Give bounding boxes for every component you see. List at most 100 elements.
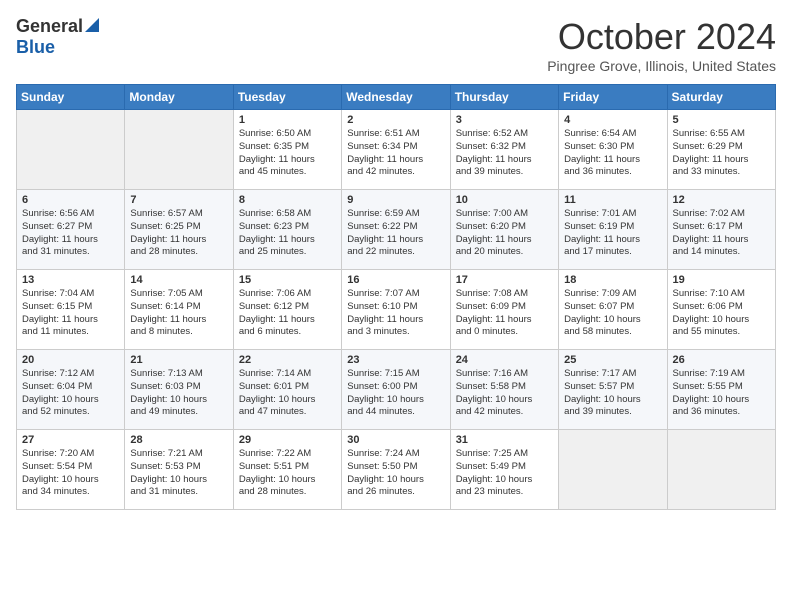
calendar-cell: 31 Sunrise: 7:25 AM Sunset: 5:49 PM Dayli… xyxy=(450,430,558,510)
calendar-cell: 7 Sunrise: 6:57 AM Sunset: 6:25 PM Daylig… xyxy=(125,190,233,270)
day-info: Sunrise: 6:58 AM Sunset: 6:23 PM Dayligh… xyxy=(239,208,336,259)
logo-blue-text: Blue xyxy=(16,37,55,57)
day-number: 5 xyxy=(673,114,770,126)
day-number: 15 xyxy=(239,274,336,286)
calendar-cell: 10 Sunrise: 7:00 AM Sunset: 6:20 PM Dayli… xyxy=(450,190,558,270)
day-number: 10 xyxy=(456,194,553,206)
day-info: Sunrise: 7:05 AM Sunset: 6:14 PM Dayligh… xyxy=(130,288,227,339)
calendar-cell: 2 Sunrise: 6:51 AM Sunset: 6:34 PM Daylig… xyxy=(342,110,450,190)
day-info: Sunrise: 7:16 AM Sunset: 5:58 PM Dayligh… xyxy=(456,368,553,419)
calendar-header-monday: Monday xyxy=(125,85,233,110)
day-number: 26 xyxy=(673,354,770,366)
calendar-cell: 28 Sunrise: 7:21 AM Sunset: 5:53 PM Dayli… xyxy=(125,430,233,510)
calendar-cell: 6 Sunrise: 6:56 AM Sunset: 6:27 PM Daylig… xyxy=(17,190,125,270)
day-info: Sunrise: 6:54 AM Sunset: 6:30 PM Dayligh… xyxy=(564,128,661,179)
day-info: Sunrise: 7:08 AM Sunset: 6:09 PM Dayligh… xyxy=(456,288,553,339)
day-info: Sunrise: 7:04 AM Sunset: 6:15 PM Dayligh… xyxy=(22,288,119,339)
calendar-cell: 21Sunrise: 7:13 AM Sunset: 6:03 PM Dayli… xyxy=(125,350,233,430)
day-number: 11 xyxy=(564,194,661,206)
day-number: 3 xyxy=(456,114,553,126)
calendar-cell: 18Sunrise: 7:09 AM Sunset: 6:07 PM Dayli… xyxy=(559,270,667,350)
calendar-cell: 14 Sunrise: 7:05 AM Sunset: 6:14 PM Dayli… xyxy=(125,270,233,350)
calendar-cell xyxy=(125,110,233,190)
day-number: 6 xyxy=(22,194,119,206)
day-number: 14 xyxy=(130,274,227,286)
calendar-cell: 12Sunrise: 7:02 AM Sunset: 6:17 PM Dayli… xyxy=(667,190,775,270)
calendar-cell: 25Sunrise: 7:17 AM Sunset: 5:57 PM Dayli… xyxy=(559,350,667,430)
calendar-cell: 24 Sunrise: 7:16 AM Sunset: 5:58 PM Dayli… xyxy=(450,350,558,430)
calendar-cell: 30Sunrise: 7:24 AM Sunset: 5:50 PM Dayli… xyxy=(342,430,450,510)
day-info: Sunrise: 6:56 AM Sunset: 6:27 PM Dayligh… xyxy=(22,208,119,259)
day-info: Sunrise: 7:00 AM Sunset: 6:20 PM Dayligh… xyxy=(456,208,553,259)
calendar-header-friday: Friday xyxy=(559,85,667,110)
day-number: 2 xyxy=(347,114,444,126)
calendar-header-tuesday: Tuesday xyxy=(233,85,341,110)
logo: General Blue xyxy=(16,16,99,58)
day-number: 17 xyxy=(456,274,553,286)
calendar-header-thursday: Thursday xyxy=(450,85,558,110)
calendar-cell: 17 Sunrise: 7:08 AM Sunset: 6:09 PM Dayli… xyxy=(450,270,558,350)
logo-general-text: General xyxy=(16,16,83,37)
day-info: Sunrise: 7:12 AM Sunset: 6:04 PM Dayligh… xyxy=(22,368,119,419)
calendar-cell: 3Sunrise: 6:52 AM Sunset: 6:32 PM Daylig… xyxy=(450,110,558,190)
day-info: Sunrise: 7:21 AM Sunset: 5:53 PM Dayligh… xyxy=(130,448,227,499)
day-number: 31 xyxy=(456,434,553,446)
day-number: 9 xyxy=(347,194,444,206)
day-number: 30 xyxy=(347,434,444,446)
day-info: Sunrise: 7:17 AM Sunset: 5:57 PM Dayligh… xyxy=(564,368,661,419)
day-info: Sunrise: 7:06 AM Sunset: 6:12 PM Dayligh… xyxy=(239,288,336,339)
calendar-cell: 15 Sunrise: 7:06 AM Sunset: 6:12 PM Dayli… xyxy=(233,270,341,350)
day-number: 21 xyxy=(130,354,227,366)
calendar-cell xyxy=(667,430,775,510)
calendar-header-saturday: Saturday xyxy=(667,85,775,110)
location-text: Pingree Grove, Illinois, United States xyxy=(547,58,776,74)
day-number: 7 xyxy=(130,194,227,206)
logo-triangle-icon xyxy=(85,18,99,37)
day-number: 1 xyxy=(239,114,336,126)
calendar-cell: 20 Sunrise: 7:12 AM Sunset: 6:04 PM Dayli… xyxy=(17,350,125,430)
day-number: 4 xyxy=(564,114,661,126)
day-number: 22 xyxy=(239,354,336,366)
day-info: Sunrise: 6:57 AM Sunset: 6:25 PM Dayligh… xyxy=(130,208,227,259)
day-info: Sunrise: 7:01 AM Sunset: 6:19 PM Dayligh… xyxy=(564,208,661,259)
calendar-cell: 29 Sunrise: 7:22 AM Sunset: 5:51 PM Dayli… xyxy=(233,430,341,510)
day-number: 29 xyxy=(239,434,336,446)
calendar-cell: 19Sunrise: 7:10 AM Sunset: 6:06 PM Dayli… xyxy=(667,270,775,350)
calendar-cell: 13Sunrise: 7:04 AM Sunset: 6:15 PM Dayli… xyxy=(17,270,125,350)
calendar-header-sunday: Sunday xyxy=(17,85,125,110)
calendar-header-wednesday: Wednesday xyxy=(342,85,450,110)
calendar-cell: 9 Sunrise: 6:59 AM Sunset: 6:22 PM Daylig… xyxy=(342,190,450,270)
day-number: 20 xyxy=(22,354,119,366)
day-number: 24 xyxy=(456,354,553,366)
calendar-week-4: 20 Sunrise: 7:12 AM Sunset: 6:04 PM Dayli… xyxy=(17,350,776,430)
calendar-cell: 5 Sunrise: 6:55 AM Sunset: 6:29 PM Daylig… xyxy=(667,110,775,190)
day-number: 27 xyxy=(22,434,119,446)
day-info: Sunrise: 7:14 AM Sunset: 6:01 PM Dayligh… xyxy=(239,368,336,419)
calendar-cell: 16Sunrise: 7:07 AM Sunset: 6:10 PM Dayli… xyxy=(342,270,450,350)
day-info: Sunrise: 6:50 AM Sunset: 6:35 PM Dayligh… xyxy=(239,128,336,179)
page-header: General Blue October 2024 Pingree Grove,… xyxy=(16,16,776,74)
day-number: 23 xyxy=(347,354,444,366)
calendar-cell: 22 Sunrise: 7:14 AM Sunset: 6:01 PM Dayli… xyxy=(233,350,341,430)
day-number: 28 xyxy=(130,434,227,446)
day-info: Sunrise: 7:19 AM Sunset: 5:55 PM Dayligh… xyxy=(673,368,770,419)
calendar-cell: 26 Sunrise: 7:19 AM Sunset: 5:55 PM Dayli… xyxy=(667,350,775,430)
day-number: 19 xyxy=(673,274,770,286)
day-info: Sunrise: 7:25 AM Sunset: 5:49 PM Dayligh… xyxy=(456,448,553,499)
calendar-week-3: 13Sunrise: 7:04 AM Sunset: 6:15 PM Dayli… xyxy=(17,270,776,350)
day-number: 12 xyxy=(673,194,770,206)
title-area: October 2024 Pingree Grove, Illinois, Un… xyxy=(547,16,776,74)
calendar-cell: 23Sunrise: 7:15 AM Sunset: 6:00 PM Dayli… xyxy=(342,350,450,430)
calendar-table: SundayMondayTuesdayWednesdayThursdayFrid… xyxy=(16,84,776,510)
calendar-cell xyxy=(559,430,667,510)
day-info: Sunrise: 6:55 AM Sunset: 6:29 PM Dayligh… xyxy=(673,128,770,179)
calendar-cell: 8 Sunrise: 6:58 AM Sunset: 6:23 PM Daylig… xyxy=(233,190,341,270)
day-info: Sunrise: 6:51 AM Sunset: 6:34 PM Dayligh… xyxy=(347,128,444,179)
calendar-week-5: 27 Sunrise: 7:20 AM Sunset: 5:54 PM Dayli… xyxy=(17,430,776,510)
day-number: 8 xyxy=(239,194,336,206)
calendar-cell: 11 Sunrise: 7:01 AM Sunset: 6:19 PM Dayli… xyxy=(559,190,667,270)
day-info: Sunrise: 7:07 AM Sunset: 6:10 PM Dayligh… xyxy=(347,288,444,339)
day-info: Sunrise: 6:59 AM Sunset: 6:22 PM Dayligh… xyxy=(347,208,444,259)
day-info: Sunrise: 7:20 AM Sunset: 5:54 PM Dayligh… xyxy=(22,448,119,499)
day-info: Sunrise: 7:22 AM Sunset: 5:51 PM Dayligh… xyxy=(239,448,336,499)
